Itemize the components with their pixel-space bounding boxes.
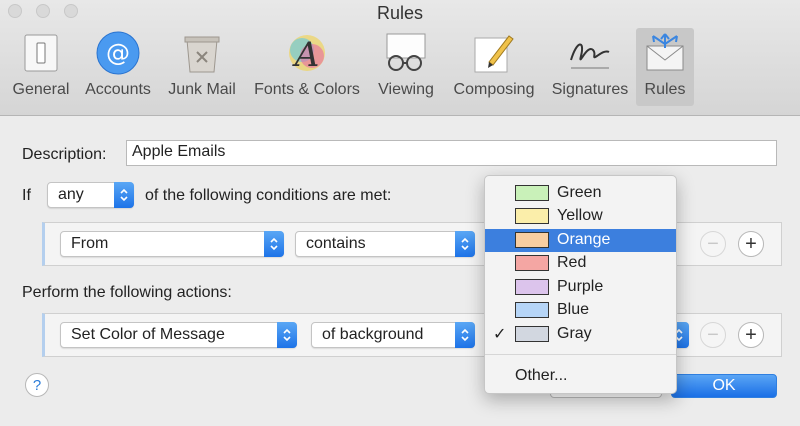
composing-icon xyxy=(469,28,519,78)
toolbar-label: Composing xyxy=(453,81,535,98)
match-selector[interactable]: any xyxy=(47,182,134,208)
window-title: Rules xyxy=(376,3,424,23)
color-swatch xyxy=(515,185,549,201)
toolbar-junk-mail[interactable]: Junk Mail xyxy=(162,28,242,106)
condition-field-selector[interactable]: From xyxy=(60,231,284,257)
color-swatch xyxy=(515,302,549,318)
toolbar-label: Signatures xyxy=(551,81,629,98)
checkmark-icon: ✓ xyxy=(493,326,507,343)
menu-item-red[interactable]: Red xyxy=(485,252,676,275)
color-swatch xyxy=(515,208,549,224)
menu-item-label: Purple xyxy=(557,278,604,295)
chevron-up-down-icon xyxy=(455,231,475,257)
menu-item-yellow[interactable]: Yellow xyxy=(485,205,676,228)
ok-button[interactable]: OK xyxy=(671,374,777,398)
menu-item-label: Orange xyxy=(557,231,611,248)
toolbar-label: Rules xyxy=(644,81,686,98)
remove-condition-button[interactable]: − xyxy=(700,231,726,257)
action-type-value: Set Color of Message xyxy=(71,326,225,343)
menu-item-label: Green xyxy=(557,184,602,201)
condition-field-value: From xyxy=(71,235,109,252)
condition-operator-value: contains xyxy=(306,235,366,252)
rule-editor: Description: Apple Emails If any of the … xyxy=(0,117,800,426)
description-label: Description: xyxy=(22,146,107,163)
menu-item-label: Gray xyxy=(557,325,592,342)
toolbar-label: Junk Mail xyxy=(168,81,236,98)
color-swatch xyxy=(515,232,549,248)
menu-item-other[interactable]: Other... xyxy=(485,365,676,388)
toolbar-label: Accounts xyxy=(85,81,151,98)
toolbar-viewing[interactable]: Viewing xyxy=(372,28,440,106)
menu-item-blue[interactable]: Blue xyxy=(485,299,676,322)
toolbar-label: Fonts & Colors xyxy=(254,81,360,98)
viewing-icon xyxy=(381,28,431,78)
actions-label: Perform the following actions: xyxy=(22,284,232,301)
rules-icon xyxy=(640,28,690,78)
fonts-colors-icon: A xyxy=(282,28,332,78)
chevron-up-down-icon xyxy=(277,322,297,348)
title-bar: Rules General @ Accounts Junk Mail A Fon… xyxy=(0,0,800,116)
menu-item-label: Red xyxy=(557,254,587,271)
color-swatch xyxy=(515,255,549,271)
menu-item-gray[interactable]: ✓ Gray xyxy=(485,323,676,346)
toolbar-rules[interactable]: Rules xyxy=(636,28,694,106)
add-action-button[interactable]: + xyxy=(738,322,764,348)
color-swatch xyxy=(515,279,549,295)
color-swatch xyxy=(515,326,549,342)
action-target-value: of background xyxy=(322,326,424,343)
menu-item-label: Yellow xyxy=(557,207,603,224)
menu-item-green[interactable]: Green xyxy=(485,182,676,205)
signatures-icon xyxy=(565,28,615,78)
menu-separator xyxy=(485,354,676,355)
chevron-up-down-icon xyxy=(264,231,284,257)
conditions-label: of the following conditions are met: xyxy=(145,187,392,204)
condition-operator-selector[interactable]: contains xyxy=(295,231,475,257)
color-menu: Green Yellow Orange Red Purple Blue ✓ Gr… xyxy=(484,175,677,394)
junk-mail-icon xyxy=(177,28,227,78)
menu-item-label: Blue xyxy=(557,301,590,318)
toolbar-label: Viewing xyxy=(378,81,434,98)
description-field[interactable]: Apple Emails xyxy=(126,140,777,166)
toolbar-label: General xyxy=(12,81,70,98)
toolbar-accounts[interactable]: @ Accounts xyxy=(80,28,156,106)
menu-item-label: Other... xyxy=(515,367,568,384)
toolbar-signatures[interactable]: Signatures xyxy=(546,28,634,106)
svg-text:A: A xyxy=(292,35,320,75)
toolbar-fonts-colors[interactable]: A Fonts & Colors xyxy=(248,28,366,106)
menu-item-purple[interactable]: Purple xyxy=(485,276,676,299)
chevron-up-down-icon xyxy=(114,182,134,208)
action-target-selector[interactable]: of background xyxy=(311,322,475,348)
toolbar-general[interactable]: General xyxy=(8,28,74,106)
if-label: If xyxy=(22,187,31,204)
toolbar-composing[interactable]: Composing xyxy=(448,28,540,106)
add-condition-button[interactable]: + xyxy=(738,231,764,257)
help-button[interactable]: ? xyxy=(25,373,49,397)
match-selector-value: any xyxy=(58,186,84,203)
menu-item-orange[interactable]: Orange xyxy=(485,229,676,252)
general-icon xyxy=(16,28,66,78)
accounts-icon: @ xyxy=(93,28,143,78)
svg-text:@: @ xyxy=(106,39,130,67)
remove-action-button[interactable]: − xyxy=(700,322,726,348)
action-type-selector[interactable]: Set Color of Message xyxy=(60,322,297,348)
chevron-up-down-icon xyxy=(455,322,475,348)
